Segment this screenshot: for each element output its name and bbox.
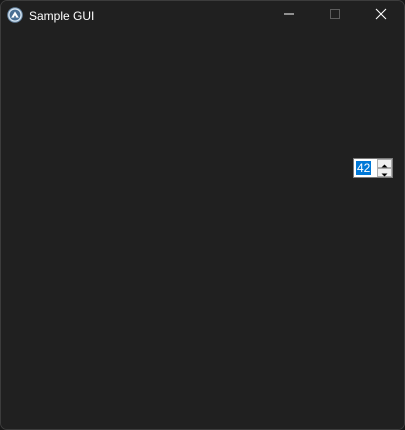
- client-area: 42: [1, 31, 404, 429]
- minimize-button[interactable]: [266, 1, 312, 31]
- maximize-button: [312, 1, 358, 31]
- chevron-down-icon: [381, 164, 388, 182]
- spin-down-button[interactable]: [377, 168, 392, 177]
- updown-value: 42: [356, 161, 372, 175]
- window-title: Sample GUI: [29, 9, 95, 23]
- close-icon: [375, 7, 387, 25]
- app-window: Sample GUI 42: [0, 0, 405, 430]
- title-bar[interactable]: Sample GUI: [1, 1, 404, 31]
- app-logo-icon[interactable]: [7, 7, 23, 23]
- number-updown[interactable]: 42: [353, 158, 393, 178]
- minimize-icon: [283, 7, 295, 25]
- updown-input[interactable]: 42: [355, 160, 377, 176]
- close-button[interactable]: [358, 1, 404, 31]
- maximize-icon: [329, 7, 341, 25]
